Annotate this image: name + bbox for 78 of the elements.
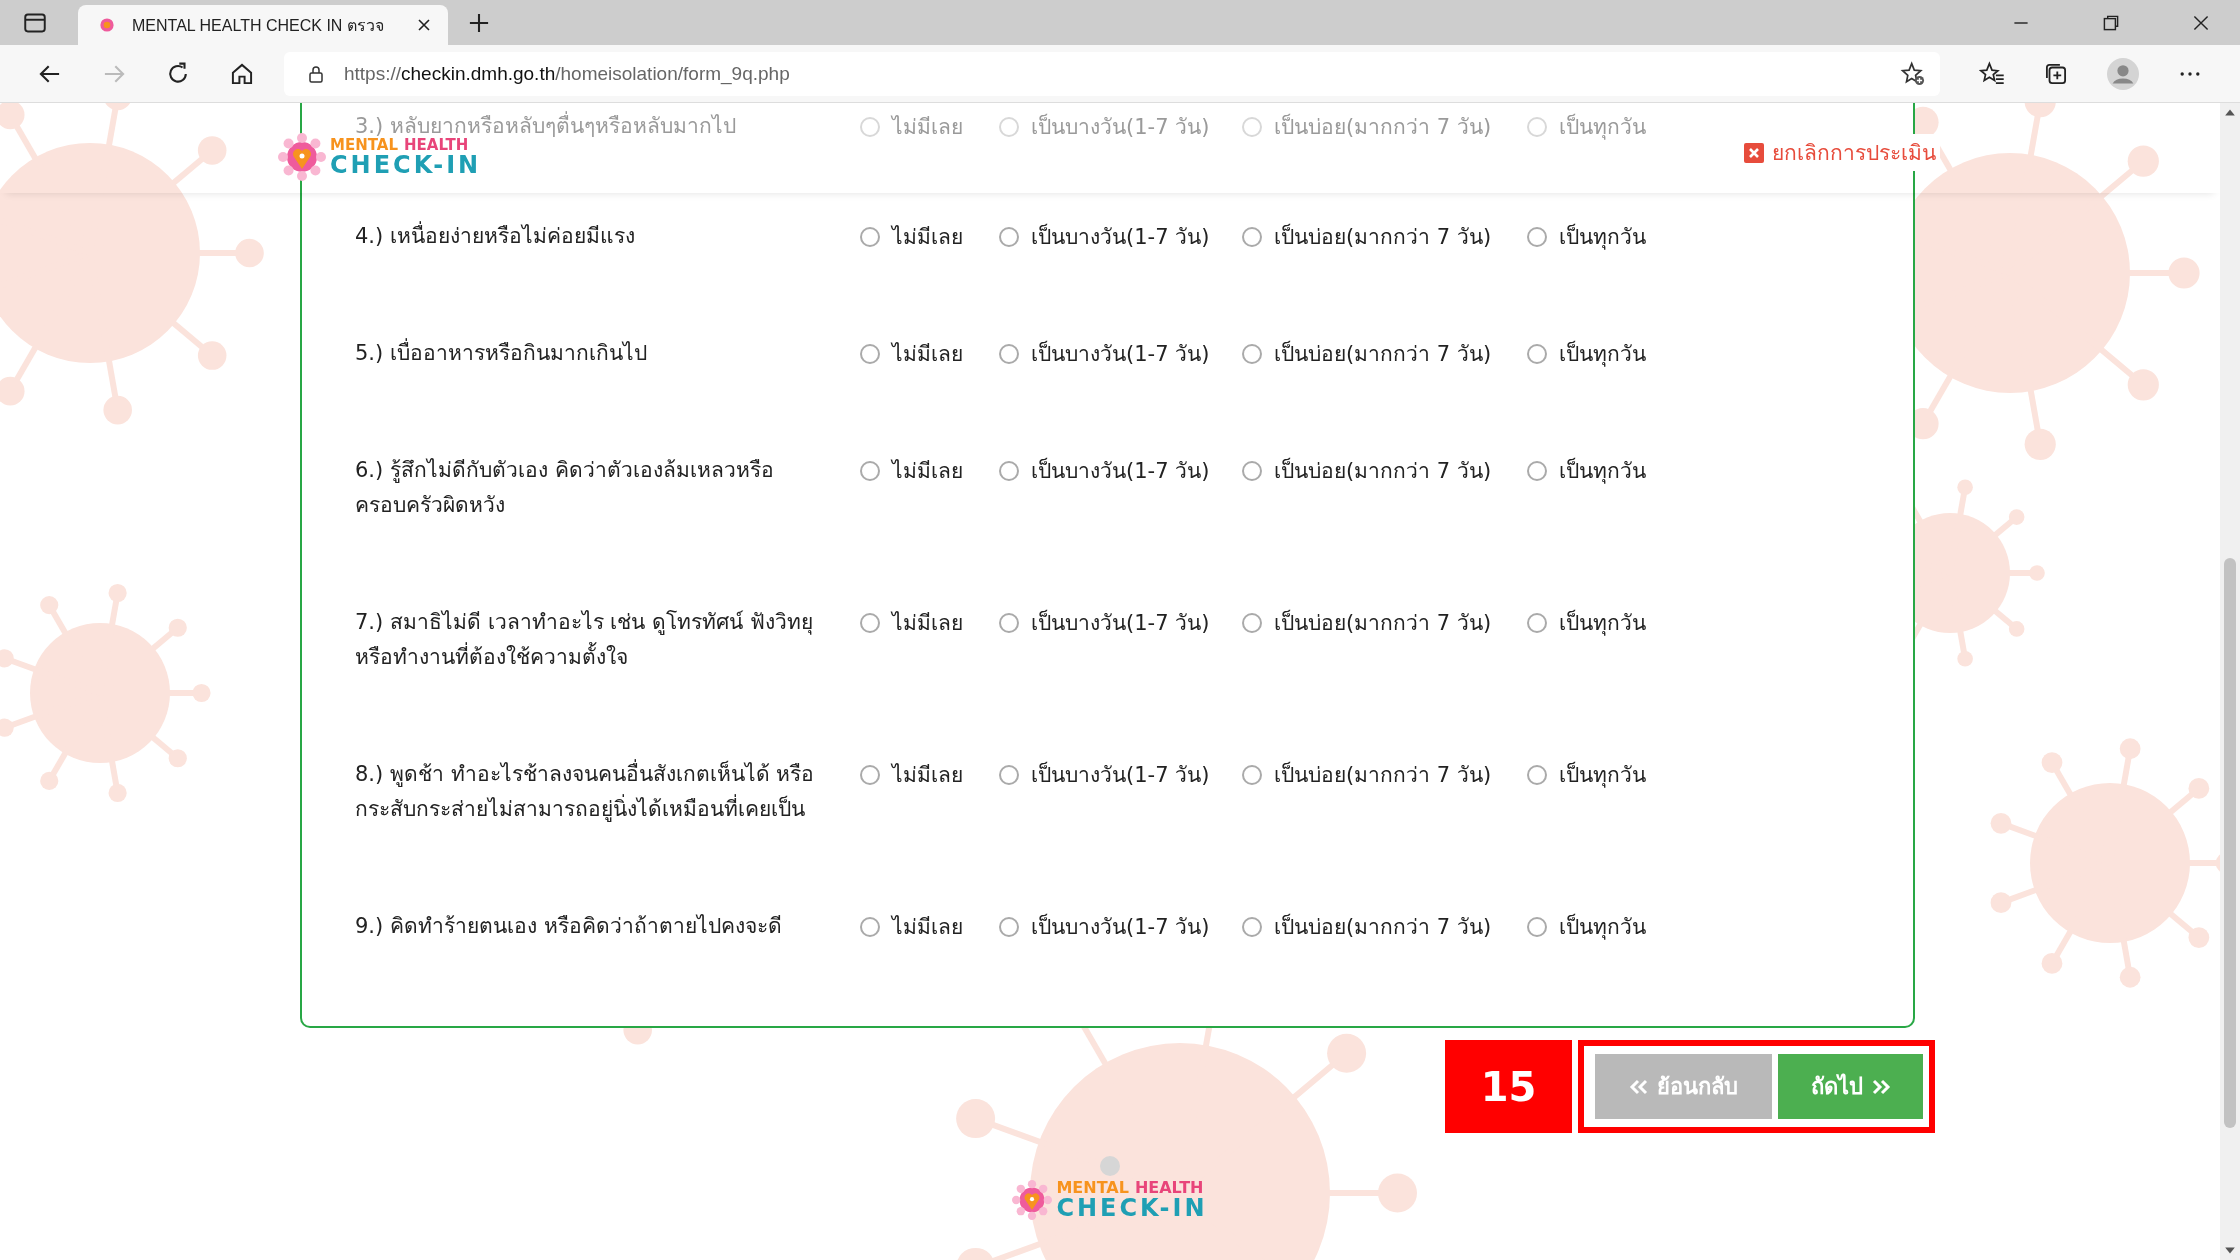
- question-text: 4.) เหนื่อยง่ายหรือไม่ค่อยมีแรง: [355, 219, 845, 254]
- radio-button[interactable]: [1527, 764, 1547, 785]
- answer-option[interactable]: เป็นบางวัน(1-7 วัน): [999, 219, 1242, 254]
- answer-option[interactable]: เป็นบางวัน(1-7 วัน): [999, 336, 1242, 371]
- logo-text: HEALTH: [403, 137, 469, 153]
- radio-button[interactable]: [1527, 460, 1547, 481]
- radio-button[interactable]: [860, 226, 880, 247]
- star-plus-icon[interactable]: [1900, 60, 1926, 87]
- radio-button[interactable]: [1242, 226, 1262, 247]
- radio-button[interactable]: [999, 226, 1019, 247]
- double-chevron-right-icon: [1870, 1078, 1891, 1095]
- logo-text: HEALTH: [1134, 1180, 1204, 1196]
- answer-option[interactable]: เป็นบ่อย(มากกว่า 7 วัน): [1242, 453, 1527, 488]
- radio-button[interactable]: [999, 460, 1019, 481]
- radio-button[interactable]: [1242, 612, 1262, 633]
- radio-button[interactable]: [860, 916, 880, 937]
- answer-option[interactable]: เป็นบ่อย(มากกว่า 7 วัน): [1242, 336, 1527, 371]
- radio-button[interactable]: [999, 764, 1019, 785]
- answer-option[interactable]: ไม่มีเลย: [860, 453, 999, 488]
- radio-button[interactable]: [1242, 916, 1262, 937]
- radio-button[interactable]: [860, 116, 880, 137]
- logo-subtitle: CHECK-IN: [1056, 1196, 1208, 1220]
- answer-option[interactable]: เป็นบางวัน(1-7 วัน): [999, 453, 1242, 488]
- address-bar[interactable]: https://checkin.dmh.go.th/homeisolation/form_9q.php: [284, 51, 1940, 96]
- flower-heart-icon: [1012, 1180, 1053, 1220]
- radio-button[interactable]: [1527, 612, 1547, 633]
- answer-option[interactable]: เป็นบ่อย(มากกว่า 7 วัน): [1242, 909, 1527, 944]
- radio-button[interactable]: [860, 612, 880, 633]
- radio-button[interactable]: [1527, 226, 1547, 247]
- answer-option[interactable]: ไม่มีเลย: [860, 757, 999, 792]
- answer-option[interactable]: เป็นทุกวัน: [1527, 757, 1646, 792]
- radio-button[interactable]: [1527, 116, 1547, 137]
- question-text: 8.) พูดช้า ทำอะไรช้าลงจนคนอื่นสังเกตเห็นได้ หรือกระสับกระส่ายไม่สามารถอยู่นิ่งได้เหมือนที่เคยเป็น: [355, 757, 845, 827]
- answer-option[interactable]: เป็นบางวัน(1-7 วัน): [999, 909, 1242, 944]
- favorites-icon[interactable]: [1979, 60, 2005, 87]
- answer-option[interactable]: เป็นทุกวัน: [1527, 453, 1646, 488]
- radio-button[interactable]: [1242, 460, 1262, 481]
- answer-option[interactable]: เป็นทุกวัน: [1527, 605, 1646, 640]
- answer-option[interactable]: ไม่มีเลย: [860, 219, 999, 254]
- lock-icon: [306, 63, 326, 84]
- url-text: https://checkin.dmh.go.th/homeisolation/form_9q.php: [344, 62, 790, 85]
- double-chevron-left-icon: [1629, 1078, 1649, 1095]
- question-text: 7.) สมาธิไม่ดี เวลาทำอะไร เช่น ดูโทรทัศน์ ฟังวิทยุ หรือทำงานที่ต้องใช้ความตั้งใจ: [355, 609, 814, 671]
- answer-option[interactable]: เป็นทุกวัน: [1527, 909, 1646, 944]
- radio-button[interactable]: [1527, 916, 1547, 937]
- radio-button[interactable]: [1242, 764, 1262, 785]
- answer-option[interactable]: ไม่มีเลย: [860, 605, 999, 640]
- radio-button[interactable]: [1242, 343, 1262, 364]
- radio-button[interactable]: [860, 764, 880, 785]
- radio-button[interactable]: [1527, 343, 1547, 364]
- tab-title: MENTAL HEALTH CHECK IN ตรวจ: [132, 15, 385, 36]
- radio-button[interactable]: [999, 612, 1019, 633]
- question-text: 5.) เบื่ออาหารหรือกินมากเกินไป: [355, 336, 845, 371]
- answer-option[interactable]: เป็นบางวัน(1-7 วัน): [999, 757, 1242, 792]
- answer-option[interactable]: ไม่มีเลย: [860, 336, 999, 371]
- radio-button[interactable]: [999, 343, 1019, 364]
- scrollbar-thumb[interactable]: [2224, 558, 2236, 1128]
- answer-option[interactable]: เป็นบ่อย(มากกว่า 7 วัน): [1242, 605, 1527, 640]
- close-icon: [1744, 142, 1764, 163]
- radio-button[interactable]: [999, 916, 1019, 937]
- radio-button[interactable]: [860, 343, 880, 364]
- avatar-icon[interactable]: [2107, 57, 2139, 90]
- browser-tab[interactable]: MENTAL HEALTH CHECK IN ตรวจ: [78, 5, 448, 45]
- radio-button[interactable]: [1242, 116, 1262, 137]
- question-text: 9.) คิดทำร้ายตนเอง หรือคิดว่าถ้าตายไปคงจะดี: [355, 913, 783, 940]
- answer-option[interactable]: เป็นบ่อย(มากกว่า 7 วัน): [1242, 757, 1527, 792]
- step-number: 15: [1445, 1040, 1572, 1133]
- radio-button[interactable]: [999, 116, 1019, 137]
- answer-option[interactable]: เป็นบางวัน(1-7 วัน): [999, 605, 1242, 640]
- answer-option[interactable]: ไม่มีเลย: [860, 909, 999, 944]
- logo-subtitle: CHECK-IN: [330, 152, 482, 177]
- logo-text: MENTAL: [330, 137, 398, 153]
- answer-option[interactable]: เป็นบ่อย(มากกว่า 7 วัน): [1242, 219, 1527, 254]
- answer-option[interactable]: เป็นทุกวัน: [1527, 219, 1646, 254]
- radio-button[interactable]: [860, 460, 880, 481]
- question-text: 6.) รู้สึกไม่ดีกับตัวเอง คิดว่าตัวเองล้มเหลวหรือครอบครัวผิดหวัง: [355, 457, 775, 519]
- answer-option[interactable]: เป็นทุกวัน: [1527, 336, 1646, 371]
- logo-text: MENTAL: [1056, 1180, 1129, 1196]
